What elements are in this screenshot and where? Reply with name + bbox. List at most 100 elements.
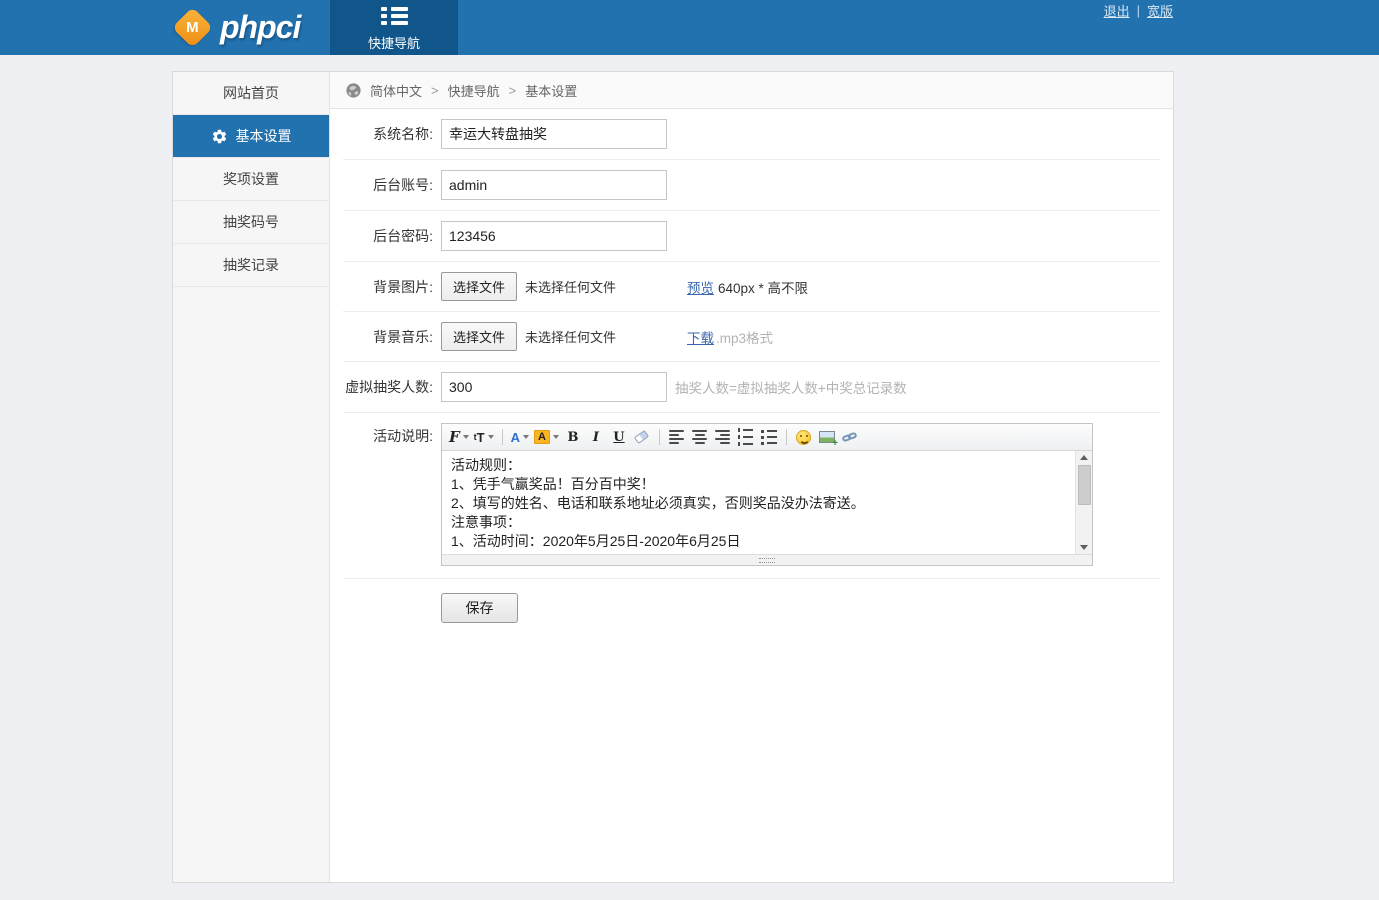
scrollbar-thumb[interactable]	[1078, 465, 1091, 505]
wide-layout-link[interactable]: 宽版	[1147, 1, 1173, 20]
virtual-count-input[interactable]	[441, 372, 667, 402]
sidebar-item-lottery-codes[interactable]: 抽奖码号	[173, 201, 329, 244]
breadcrumb-item-basic-settings[interactable]: 基本设置	[525, 81, 577, 100]
align-right-button[interactable]	[712, 426, 734, 448]
image-icon	[819, 431, 835, 443]
sidebar-item-label: 基本设置	[236, 126, 292, 146]
resize-grip-icon	[759, 558, 775, 563]
breadcrumb-item-quick-nav[interactable]: 快捷导航	[448, 81, 500, 100]
sidebar-item-label: 奖项设置	[223, 169, 279, 189]
activity-desc-label: 活动说明:	[343, 423, 433, 450]
rich-text-editor: F t T A	[441, 423, 1093, 566]
scroll-up-icon[interactable]	[1080, 455, 1088, 460]
italic-icon: I	[593, 430, 599, 445]
highlight-color-button[interactable]: A	[532, 426, 561, 448]
form-row-virtual-count: 虚拟抽奖人数: 抽奖人数=虚拟抽奖人数+中奖总记录数	[343, 362, 1160, 413]
font-color-button[interactable]: A	[509, 426, 531, 448]
bold-button[interactable]: B	[562, 426, 584, 448]
logout-link[interactable]: 退出	[1104, 1, 1130, 20]
sidebar-item-home[interactable]: 网站首页	[173, 72, 329, 115]
smiley-icon	[796, 430, 811, 445]
form-row-system-name: 系统名称:	[343, 109, 1160, 160]
align-center-button[interactable]	[689, 426, 711, 448]
form-row-bg-music: 背景音乐: 选择文件 未选择任何文件 下载 .mp3格式	[343, 312, 1160, 362]
underline-button[interactable]: U	[608, 426, 630, 448]
sidebar-item-label: 抽奖码号	[223, 212, 279, 232]
header-top-links: 退出 | 宽版	[1104, 1, 1173, 20]
highlight-color-icon: A	[534, 430, 550, 444]
font-family-icon: F	[449, 428, 460, 446]
save-row: 保存	[343, 579, 1160, 623]
sidebar-item-prize-settings[interactable]: 奖项设置	[173, 158, 329, 201]
bg-music-file-area: 选择文件 未选择任何文件	[441, 322, 687, 351]
list-icon	[381, 4, 408, 28]
settings-form: 系统名称: 后台账号: 后台密码: 背景图片: 选择文件	[330, 109, 1173, 623]
virtual-count-hint: 抽奖人数=虚拟抽奖人数+中奖总记录数	[675, 377, 907, 397]
nav-tab-label: 快捷导航	[368, 33, 420, 52]
admin-account-label: 后台账号:	[343, 175, 433, 195]
breadcrumb-separator: >	[509, 83, 517, 98]
sidebar-item-label: 抽奖记录	[223, 255, 279, 275]
system-name-input[interactable]	[441, 119, 667, 149]
breadcrumb: 简体中文 > 快捷导航 > 基本设置	[330, 72, 1173, 109]
nav-tab-quick-nav[interactable]: 快捷导航	[330, 0, 458, 55]
unordered-list-icon	[761, 430, 777, 445]
logo-badge-letter: M	[186, 19, 199, 36]
align-left-icon	[669, 430, 684, 444]
form-row-activity-desc: 活动说明: F t T	[343, 413, 1160, 579]
top-header: M phpci 快捷导航 退出 | 宽版	[0, 0, 1379, 55]
form-row-admin-password: 后台密码:	[343, 211, 1160, 262]
globe-icon	[345, 82, 362, 99]
chevron-down-icon	[488, 435, 494, 439]
bold-icon: B	[567, 430, 578, 445]
chevron-down-icon	[463, 435, 469, 439]
bg-image-preview-link[interactable]: 预览	[687, 277, 714, 297]
chevron-down-icon	[553, 435, 559, 439]
italic-button[interactable]: I	[585, 426, 607, 448]
underline-icon: U	[613, 430, 624, 445]
activity-desc-textarea[interactable]: 活动规则： 1、凭手气赢奖品！百分百中奖！ 2、填写的姓名、电话和联系地址必须真…	[442, 451, 1075, 554]
sidebar-item-basic-settings[interactable]: 基本设置	[173, 115, 329, 158]
sidebar-item-lottery-records[interactable]: 抽奖记录	[173, 244, 329, 287]
align-right-icon	[715, 430, 730, 444]
font-size-button[interactable]: t T	[472, 426, 496, 448]
bg-image-no-file-text: 未选择任何文件	[525, 277, 616, 296]
bg-music-format-hint: .mp3格式	[716, 327, 773, 347]
align-left-button[interactable]	[666, 426, 688, 448]
logo[interactable]: M phpci	[178, 9, 300, 46]
logo-text: phpci	[220, 9, 300, 46]
breadcrumb-item-language[interactable]: 简体中文	[370, 81, 422, 100]
font-color-icon: A	[511, 430, 520, 445]
admin-password-input[interactable]	[441, 221, 667, 251]
unordered-list-button[interactable]	[758, 426, 780, 448]
editor-resize-handle[interactable]	[442, 554, 1092, 565]
insert-link-button[interactable]	[839, 426, 861, 448]
font-family-button[interactable]: F	[447, 426, 471, 448]
editor-scrollbar[interactable]	[1075, 451, 1092, 554]
emoticon-button[interactable]	[793, 426, 815, 448]
align-center-icon	[692, 430, 707, 444]
bg-image-file-area: 选择文件 未选择任何文件	[441, 272, 687, 301]
top-links-separator: |	[1137, 3, 1140, 18]
eraser-icon	[634, 430, 649, 444]
sidebar: 网站首页 基本设置 奖项设置 抽奖码号 抽奖记录	[173, 72, 330, 882]
bg-music-download-link[interactable]: 下载	[687, 327, 714, 347]
editor-toolbar: F t T A	[442, 424, 1092, 451]
insert-image-button[interactable]	[816, 426, 838, 448]
scroll-down-icon[interactable]	[1080, 545, 1088, 550]
ordered-list-icon	[738, 428, 753, 446]
main-panel: 简体中文 > 快捷导航 > 基本设置 系统名称: 后台账号:	[330, 72, 1173, 882]
save-button[interactable]: 保存	[441, 593, 518, 623]
bg-music-choose-file-button[interactable]: 选择文件	[441, 322, 517, 351]
bg-music-no-file-text: 未选择任何文件	[525, 327, 616, 346]
toolbar-divider	[502, 429, 503, 445]
gear-icon	[211, 128, 228, 145]
remove-format-button[interactable]	[631, 426, 653, 448]
admin-account-input[interactable]	[441, 170, 667, 200]
page: M phpci 快捷导航 退出 | 宽版 网站首页 基本设置	[0, 0, 1379, 883]
bg-music-label: 背景音乐:	[343, 327, 433, 347]
toolbar-divider	[659, 429, 660, 445]
bg-image-choose-file-button[interactable]: 选择文件	[441, 272, 517, 301]
ordered-list-button[interactable]	[735, 426, 757, 448]
breadcrumb-separator: >	[431, 83, 439, 98]
